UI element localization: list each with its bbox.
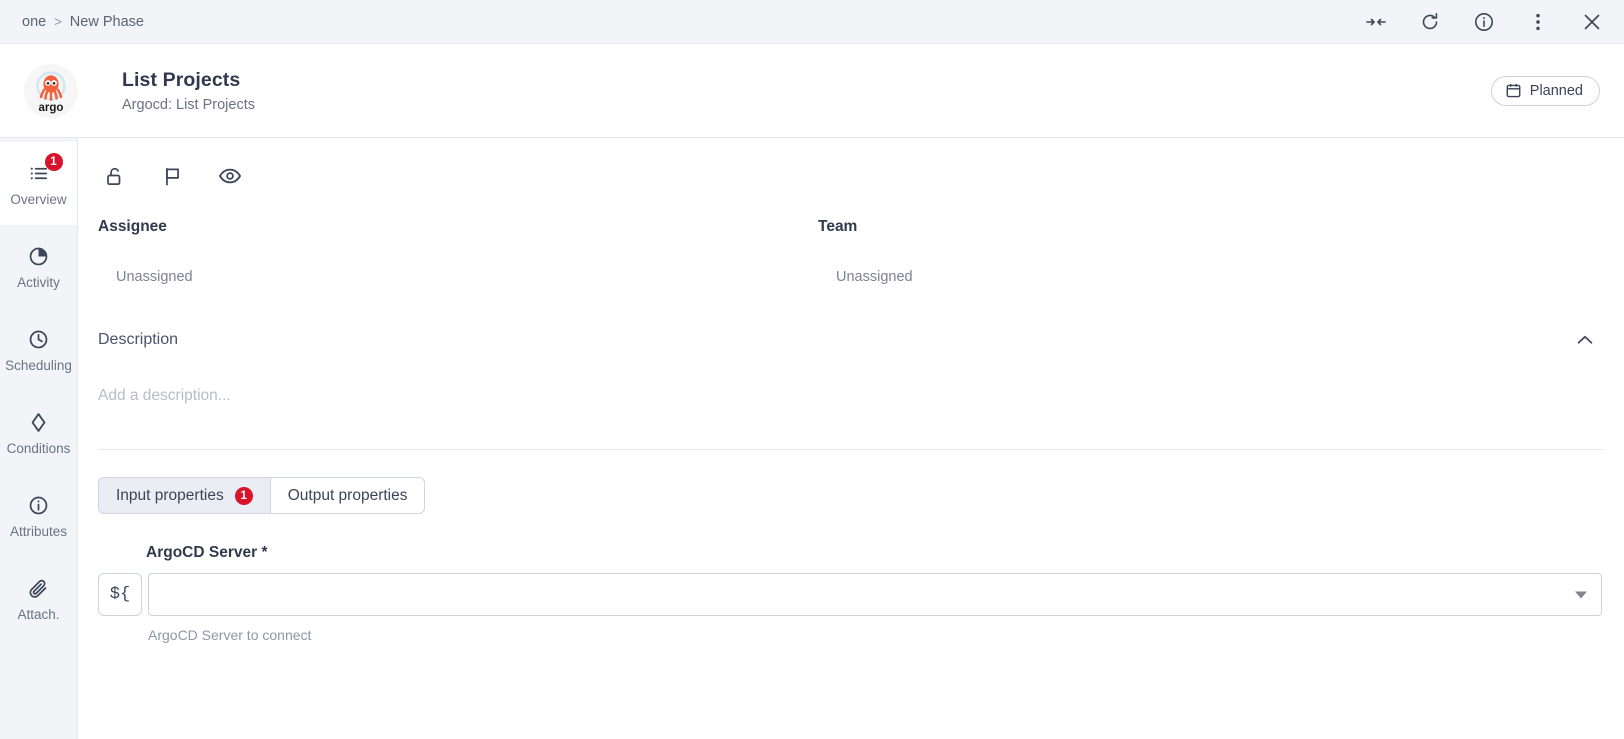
clock-icon — [26, 326, 52, 352]
sidebar-item-activity[interactable]: Activity — [0, 225, 77, 308]
properties-tabs: Input properties 1 Output properties — [98, 477, 425, 514]
svg-text:argo: argo — [39, 102, 64, 114]
assignee-field: Assignee Unassigned — [98, 218, 818, 285]
breadcrumb-root[interactable]: one — [22, 14, 46, 30]
sidebar-item-scheduling[interactable]: Scheduling — [0, 308, 77, 391]
sidebar: 1 Overview Activity Scheduling — [0, 137, 78, 739]
page-subtitle: Argocd: List Projects — [122, 97, 255, 113]
argocd-server-input[interactable] — [149, 574, 1601, 615]
property-label: ArgoCD Server * — [98, 544, 1602, 562]
team-value[interactable]: Unassigned — [818, 269, 913, 285]
list-icon: 1 — [26, 160, 52, 186]
info-icon[interactable] — [1472, 10, 1496, 34]
content-toolbar — [78, 138, 1624, 192]
sidebar-item-label: Attach. — [17, 608, 59, 622]
section-divider — [98, 449, 1604, 450]
sidebar-item-label: Activity — [17, 276, 60, 290]
sidebar-badge-overview: 1 — [45, 153, 63, 171]
sidebar-item-attributes[interactable]: Attributes — [0, 474, 77, 557]
required-marker: * — [261, 544, 267, 561]
tab-label: Input properties — [116, 487, 224, 505]
info-icon — [26, 492, 52, 518]
window-top-bar: one > New Phase — [0, 0, 1624, 44]
window-actions — [1364, 10, 1604, 34]
pie-chart-icon — [26, 243, 52, 269]
breadcrumb-current[interactable]: New Phase — [70, 14, 144, 30]
sidebar-item-label: Conditions — [7, 442, 71, 456]
breadcrumb: one > New Phase — [22, 14, 144, 30]
sidebar-item-label: Overview — [10, 193, 66, 207]
assignment-row: Assignee Unassigned Team Unassigned — [78, 192, 1624, 285]
page-body: 1 Overview Activity Scheduling — [0, 137, 1624, 739]
property-label-text: ArgoCD Server — [146, 544, 257, 561]
paperclip-icon — [26, 575, 52, 601]
sidebar-item-attachments[interactable]: Attach. — [0, 557, 77, 640]
chevron-up-icon[interactable] — [1572, 327, 1598, 353]
argocd-server-select[interactable] — [148, 573, 1602, 616]
sidebar-item-conditions[interactable]: Conditions — [0, 391, 77, 474]
tab-badge-input: 1 — [235, 487, 253, 505]
collapse-icon[interactable] — [1364, 10, 1388, 34]
team-label: Team — [818, 218, 913, 236]
sidebar-item-label: Attributes — [10, 525, 67, 539]
team-field: Team Unassigned — [818, 218, 913, 285]
tab-input-properties[interactable]: Input properties 1 — [98, 477, 270, 514]
status-badge[interactable]: Planned — [1491, 76, 1600, 106]
assignee-value[interactable]: Unassigned — [98, 269, 818, 285]
tab-label: Output properties — [288, 487, 408, 505]
eye-icon[interactable] — [214, 160, 246, 192]
property-input-row: ${ — [98, 573, 1602, 616]
calendar-icon — [1505, 82, 1522, 99]
title-block: List Projects Argocd: List Projects — [122, 68, 255, 113]
unlock-icon[interactable] — [98, 160, 130, 192]
close-icon[interactable] — [1580, 10, 1604, 34]
page-header: argo List Projects Argocd: List Projects… — [0, 44, 1624, 137]
diamond-icon — [26, 409, 52, 435]
expression-toggle-button[interactable]: ${ — [98, 573, 142, 616]
property-argocd-server: ArgoCD Server * ${ ArgoCD Server to conn… — [78, 544, 1624, 643]
status-badge-label: Planned — [1530, 83, 1583, 99]
property-help-text: ArgoCD Server to connect — [98, 627, 1602, 643]
flag-icon[interactable] — [156, 160, 188, 192]
page-title: List Projects — [122, 68, 255, 92]
assignee-label: Assignee — [98, 218, 818, 236]
more-options-icon[interactable] — [1526, 10, 1550, 34]
breadcrumb-separator: > — [54, 14, 62, 29]
description-section-header: Description — [78, 327, 1624, 353]
argo-logo: argo — [24, 64, 78, 118]
sidebar-item-overview[interactable]: 1 Overview — [0, 142, 77, 225]
description-title: Description — [98, 331, 178, 349]
content-panel: Assignee Unassigned Team Unassigned Desc… — [78, 137, 1624, 739]
sidebar-item-label: Scheduling — [5, 359, 72, 373]
tab-output-properties[interactable]: Output properties — [270, 477, 426, 514]
refresh-icon[interactable] — [1418, 10, 1442, 34]
description-input[interactable]: Add a description... — [78, 353, 1624, 405]
